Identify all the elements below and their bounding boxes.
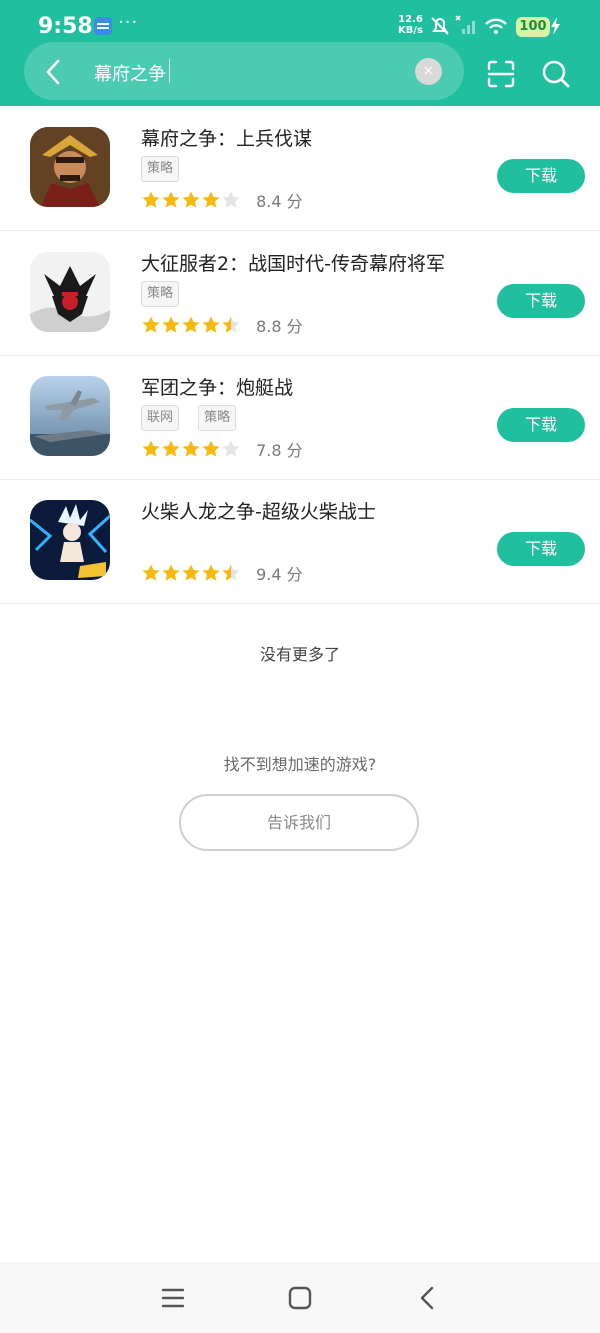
- list-item[interactable]: 火柴人龙之争-超级火柴战士 9.4 分 下载: [0, 479, 600, 604]
- tell-us-button[interactable]: 告诉我们: [179, 794, 419, 851]
- star-icon: [142, 564, 160, 581]
- back-icon[interactable]: [412, 1282, 444, 1314]
- search-input[interactable]: 幕府之争: [94, 60, 166, 86]
- star-rating: [141, 315, 241, 336]
- rating: 8.4 分: [141, 188, 303, 212]
- star-icon: [202, 564, 220, 581]
- star-rating: [141, 439, 241, 460]
- star-icon: [222, 440, 240, 457]
- wallet-notification-icon: [94, 17, 112, 35]
- download-button[interactable]: 下载: [497, 159, 585, 193]
- star-icon: [222, 191, 240, 208]
- star-icon: [202, 191, 220, 208]
- download-button[interactable]: 下载: [497, 284, 585, 318]
- system-nav-bar: [0, 1262, 600, 1333]
- star-icon: [142, 440, 160, 457]
- app-title[interactable]: 大征服者2：战国时代-传奇幕府将军: [141, 249, 445, 276]
- top-bar: 9:58 ··· 12.6 KB/s 100 幕府之争 ×: [0, 0, 600, 106]
- star-icon: [182, 440, 200, 457]
- tag-list: 策略: [141, 281, 193, 307]
- more-notifications-icon: ···: [118, 12, 139, 33]
- app-title[interactable]: 军团之争：炮艇战: [141, 373, 293, 400]
- download-button[interactable]: 下载: [497, 532, 585, 566]
- list-item[interactable]: 军团之争：炮艇战 联网 策略 7.8 分 下载: [0, 355, 600, 480]
- bell-muted-icon: [431, 17, 449, 35]
- star-rating: [141, 190, 241, 211]
- shogun-warrior-icon[interactable]: [30, 127, 110, 207]
- list-item[interactable]: 幕府之争：上兵伐谋 策略 8.4 分 下载: [0, 106, 600, 231]
- status-time: 9:58: [38, 14, 93, 39]
- net-speed-unit: KB/s: [398, 25, 423, 36]
- battery-level: 100: [516, 17, 550, 37]
- signal-icon: [455, 15, 475, 34]
- clear-search-icon[interactable]: ×: [415, 58, 442, 85]
- net-speed-value: 12.6: [398, 14, 423, 25]
- scan-icon[interactable]: [486, 59, 516, 89]
- star-icon: [222, 316, 240, 333]
- tag: 策略: [141, 156, 180, 182]
- home-icon[interactable]: [284, 1282, 316, 1314]
- charging-icon: [551, 17, 560, 35]
- tag-list: 策略: [141, 156, 193, 182]
- score: 7.8 分: [256, 441, 303, 460]
- rating: 8.8 分: [141, 313, 303, 337]
- menu-icon[interactable]: [157, 1282, 189, 1314]
- samurai-helmet-icon[interactable]: [30, 252, 110, 332]
- star-icon: [182, 564, 200, 581]
- star-icon: [162, 440, 180, 457]
- star-icon: [222, 564, 240, 581]
- search-icon[interactable]: [541, 59, 571, 89]
- tag: 策略: [198, 405, 237, 431]
- wifi-icon: [485, 18, 507, 34]
- list-item[interactable]: 大征服者2：战国时代-传奇幕府将军 策略 8.8 分 下载: [0, 231, 600, 356]
- score: 8.4 分: [256, 192, 303, 211]
- rating: 7.8 分: [141, 437, 303, 461]
- download-button[interactable]: 下载: [497, 408, 585, 442]
- star-icon: [142, 191, 160, 208]
- no-more-text: 没有更多了: [259, 645, 340, 664]
- tag: 联网: [141, 405, 180, 431]
- text-cursor: [169, 59, 170, 83]
- app-title[interactable]: 幕府之争：上兵伐谋: [141, 124, 312, 151]
- star-icon: [182, 191, 200, 208]
- network-speed: 12.6 KB/s: [398, 14, 423, 36]
- star-icon: [162, 564, 180, 581]
- tag-list: 联网 策略: [141, 405, 250, 431]
- score: 8.8 分: [256, 317, 303, 336]
- star-icon: [142, 316, 160, 333]
- rating: 9.4 分: [141, 561, 303, 585]
- star-icon: [182, 316, 200, 333]
- star-icon: [162, 316, 180, 333]
- star-icon: [162, 191, 180, 208]
- star-icon: [202, 440, 220, 457]
- stickman-fighter-icon[interactable]: [30, 500, 110, 580]
- back-arrow-icon[interactable]: [40, 58, 68, 86]
- fighter-jet-icon[interactable]: [30, 376, 110, 456]
- app-title[interactable]: 火柴人龙之争-超级火柴战士: [141, 497, 376, 524]
- star-icon: [202, 316, 220, 333]
- cant-find-text: 找不到想加速的游戏?: [223, 755, 377, 774]
- search-bar[interactable]: [24, 42, 464, 100]
- star-rating: [141, 563, 241, 584]
- tag: 策略: [141, 281, 180, 307]
- score: 9.4 分: [256, 565, 303, 584]
